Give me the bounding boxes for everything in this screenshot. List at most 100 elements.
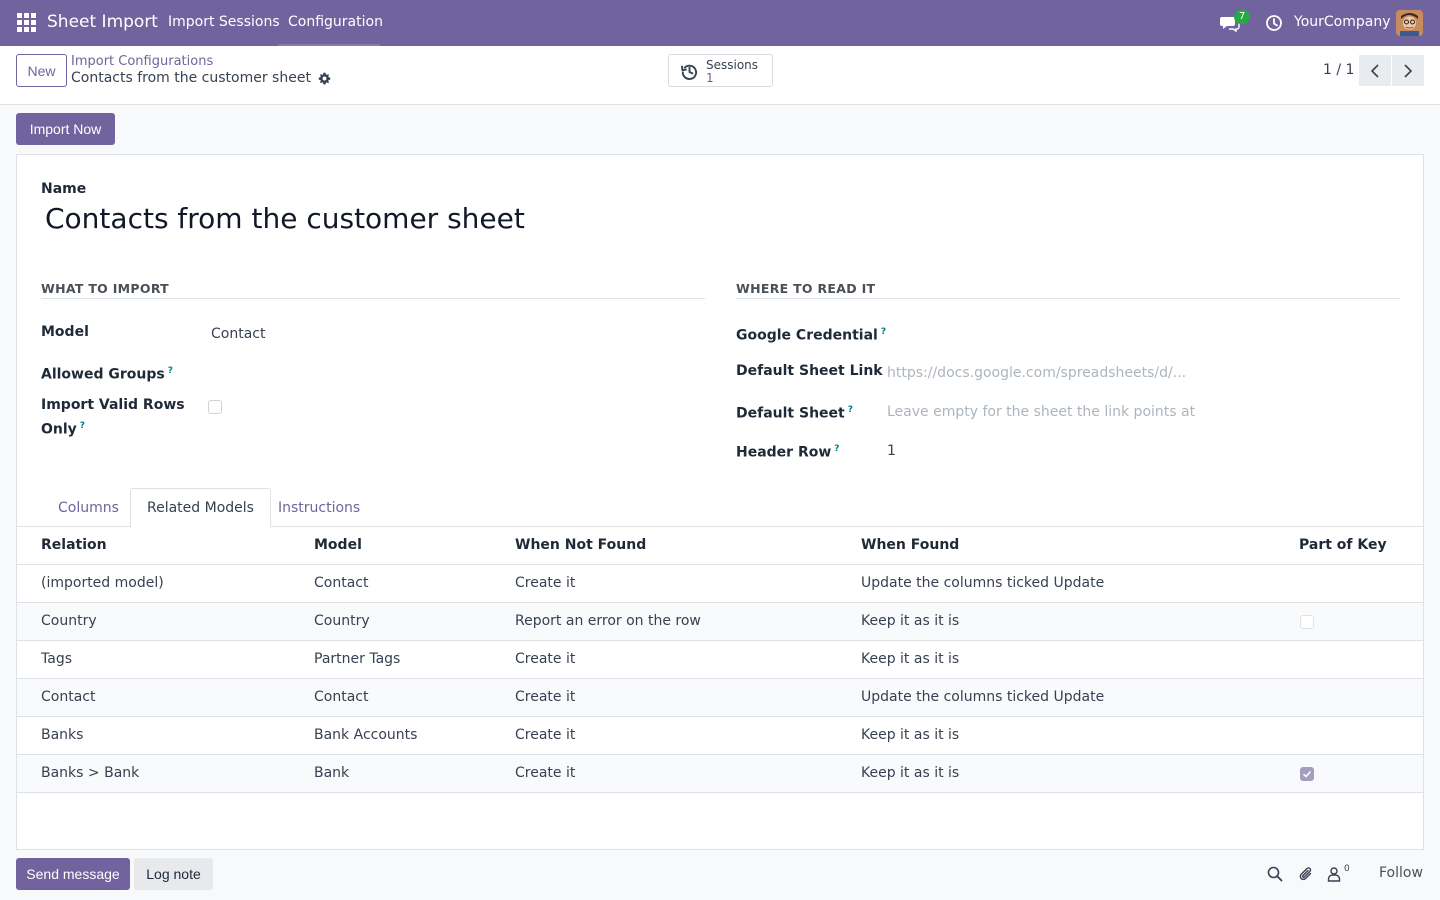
default-sheet-field[interactable]: Leave empty for the sheet the link point… [887, 404, 1195, 420]
sessions-smart-button[interactable]: Sessions 1 [668, 54, 773, 87]
column-header-model[interactable]: Model [314, 537, 362, 553]
part-of-key-checkbox[interactable] [1300, 615, 1314, 629]
help-icon[interactable]: ? [80, 421, 85, 431]
pager-next-button[interactable] [1392, 55, 1424, 86]
cell-when-found: Update the columns ticked Update [861, 689, 1105, 705]
message-count-badge: 7 [1234, 10, 1250, 24]
table-row[interactable]: Tags Partner Tags Create it Keep it as i… [17, 641, 1423, 679]
cell-when-not-found: Create it [515, 727, 576, 743]
import-valid-rows-label: Import Valid Rows Only? [41, 397, 185, 438]
chevron-right-icon [1404, 63, 1413, 78]
form-sheet: Name Contacts from the customer sheet WH… [16, 154, 1424, 850]
cell-when-found: Keep it as it is [861, 727, 960, 743]
table-row[interactable]: Contact Contact Create it Update the col… [17, 679, 1423, 717]
header-row-field[interactable]: 1 [887, 443, 896, 459]
google-credential-label: Google Credential? [736, 327, 887, 344]
gear-icon[interactable] [318, 72, 331, 85]
cell-when-found: Keep it as it is [861, 765, 960, 781]
column-header-when-not-found[interactable]: When Not Found [515, 537, 646, 553]
google-credential-field[interactable] [887, 322, 1387, 344]
part-of-key-checkbox[interactable] [1300, 767, 1314, 781]
column-header-when-found[interactable]: When Found [861, 537, 959, 553]
column-header-relation[interactable]: Relation [41, 537, 107, 553]
control-panel: New Import Configurations Contacts from … [0, 46, 1440, 105]
apps-grid-icon[interactable] [17, 13, 36, 32]
tab-instructions[interactable]: Instructions [262, 488, 376, 527]
cell-when-found: Keep it as it is [861, 651, 960, 667]
follow-button[interactable]: Follow [1379, 865, 1423, 881]
table-row[interactable]: Banks > Bank Bank Create it Keep it as i… [17, 755, 1423, 793]
pager-previous-button[interactable] [1359, 55, 1391, 86]
allowed-groups-label: Allowed Groups? [41, 366, 173, 383]
breadcrumb-parent[interactable]: Import Configurations [71, 54, 213, 69]
table-row[interactable]: Banks Bank Accounts Create it Keep it as… [17, 717, 1423, 755]
default-sheet-link-label: Default Sheet Link [736, 363, 883, 379]
model-field[interactable]: Contact [211, 326, 265, 342]
cell-model: Country [314, 613, 370, 629]
help-icon[interactable]: ? [168, 366, 173, 376]
table-row[interactable]: (imported model) Contact Create it Updat… [17, 565, 1423, 603]
user-avatar[interactable] [1396, 10, 1423, 36]
log-note-button[interactable]: Log note [134, 858, 213, 890]
section-where-to-read: WHERE TO READ IT [736, 281, 876, 296]
new-button[interactable]: New [16, 54, 67, 87]
cell-when-not-found: Create it [515, 765, 576, 781]
cell-relation: Banks > Bank [41, 765, 140, 781]
company-switcher[interactable]: YourCompany [1294, 14, 1391, 30]
send-message-button[interactable]: Send message [16, 858, 130, 890]
checkmark-icon [1302, 770, 1312, 778]
tab-columns[interactable]: Columns [42, 488, 135, 527]
name-label: Name [41, 181, 87, 197]
cell-model: Partner Tags [314, 651, 401, 667]
history-icon [680, 64, 698, 80]
menu-import-sessions[interactable]: Import Sessions [168, 14, 280, 30]
table-row[interactable]: Country Country Report an error on the r… [17, 603, 1423, 641]
pager-value[interactable]: 1 / 1 [1323, 62, 1354, 78]
section-what-to-import: WHAT TO IMPORT [41, 281, 170, 296]
cell-model: Contact [314, 689, 369, 705]
cell-relation: Country [41, 613, 97, 629]
menu-configuration[interactable]: Configuration [288, 14, 383, 30]
help-icon[interactable]: ? [881, 327, 886, 337]
cell-relation: Banks [41, 727, 84, 743]
header-row-label: Header Row? [736, 444, 840, 461]
model-label: Model [41, 324, 89, 340]
default-sheet-link-field[interactable]: https://docs.google.com/spreadsheets/d/.… [887, 365, 1186, 381]
help-icon[interactable]: ? [834, 444, 839, 454]
import-valid-rows-checkbox[interactable] [208, 400, 222, 414]
related-models-table: Relation Model When Not Found When Found… [17, 527, 1423, 793]
tab-related-models[interactable]: Related Models [130, 488, 271, 528]
cell-relation: (imported model) [41, 575, 164, 591]
column-header-part-of-key[interactable]: Part of Key [1299, 537, 1387, 553]
section-divider-left [41, 298, 705, 299]
follower-count: 0 [1344, 864, 1350, 874]
chevron-left-icon [1370, 63, 1379, 78]
notebook-tabs: Columns Related Models Instructions [17, 488, 1423, 528]
help-icon[interactable]: ? [848, 405, 853, 415]
import-now-button[interactable]: Import Now [16, 113, 115, 145]
table-header: Relation Model When Not Found When Found… [17, 527, 1423, 565]
followers-icon[interactable] [1326, 866, 1342, 882]
cell-relation: Contact [41, 689, 96, 705]
cell-relation: Tags [41, 651, 72, 667]
sessions-count: 1 [706, 71, 714, 85]
search-icon[interactable] [1267, 866, 1283, 882]
breadcrumb-current: Contacts from the customer sheet [71, 70, 331, 86]
cell-when-not-found: Create it [515, 689, 576, 705]
cell-when-not-found: Create it [515, 575, 576, 591]
cell-when-not-found: Create it [515, 651, 576, 667]
clock-icon[interactable] [1265, 14, 1283, 32]
cell-when-not-found: Report an error on the row [515, 613, 701, 629]
allowed-groups-field[interactable] [211, 361, 691, 383]
top-navbar: Sheet Import Import Sessions Configurati… [0, 0, 1440, 46]
sessions-label: Sessions [706, 58, 759, 72]
cell-model: Contact [314, 575, 369, 591]
cell-model: Bank [314, 765, 350, 781]
app-name[interactable]: Sheet Import [47, 12, 158, 32]
section-divider-right [736, 298, 1400, 299]
breadcrumb-current-label: Contacts from the customer sheet [71, 70, 311, 86]
cell-when-found: Update the columns ticked Update [861, 575, 1105, 591]
paperclip-icon[interactable] [1298, 866, 1314, 882]
default-sheet-label: Default Sheet? [736, 405, 853, 422]
name-field[interactable]: Contacts from the customer sheet [45, 202, 525, 235]
